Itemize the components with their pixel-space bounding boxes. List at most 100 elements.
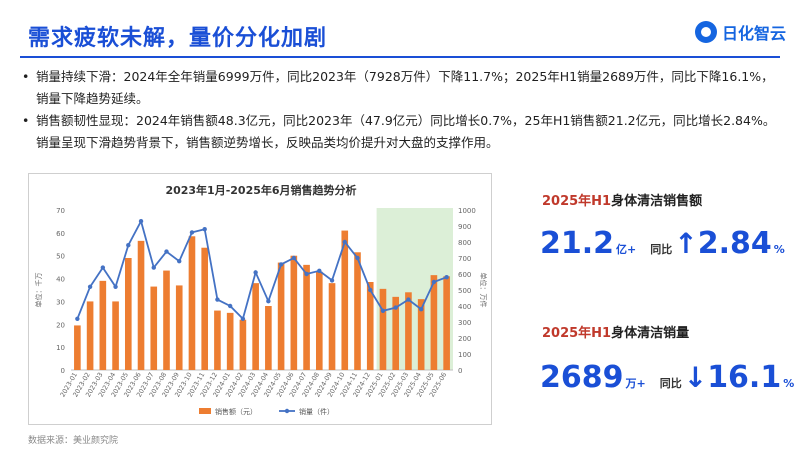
kpi-volume-yoy-label: 同比 (659, 377, 682, 390)
point-volume (329, 278, 335, 283)
bar-sales (86, 301, 94, 370)
point-volume (418, 307, 424, 312)
bar-sales (74, 325, 81, 370)
point-volume (215, 297, 220, 302)
title-divider (20, 56, 780, 58)
y-right-tick: 700 (458, 255, 471, 263)
y-left-tick: 50 (56, 253, 65, 261)
point-volume (100, 265, 106, 270)
logo-text: 日化智云 (721, 24, 786, 43)
y-left-tick: 30 (56, 298, 65, 306)
kpi-volume-prefix: 2025年H1 (542, 326, 612, 341)
brand-logo: 日化智云 (694, 18, 786, 46)
y-left-tick: 70 (56, 207, 65, 215)
point-volume (227, 303, 233, 309)
point-volume (87, 284, 93, 289)
y-right-tick: 0 (458, 367, 462, 375)
bar-sales (354, 252, 361, 370)
kpi-sales-title: 身体清洁销售额 (611, 194, 703, 209)
kpi-sales-pct-sign: % (773, 243, 785, 256)
point-volume (342, 239, 347, 245)
point-volume (240, 316, 246, 321)
point-volume (177, 259, 182, 264)
bar-sales (124, 258, 132, 370)
y-left-tick: 60 (56, 230, 65, 238)
bar-sales (226, 312, 234, 370)
point-volume (266, 299, 271, 304)
kpi-sales-pct: 2.84 (697, 226, 772, 261)
point-volume (138, 219, 144, 224)
highlight-2025-h1 (376, 208, 453, 370)
y-left-tick: 20 (56, 321, 65, 329)
kpi-sales-label: 2025年H1身体清洁销售额 (542, 190, 702, 209)
point-volume (278, 262, 284, 267)
arrow-up-icon: ↑ (674, 227, 698, 260)
point-volume (355, 255, 360, 261)
bar-sales (214, 310, 221, 370)
bar-sales (443, 276, 450, 370)
bar-sales (290, 255, 298, 370)
point-volume (189, 230, 195, 235)
point-volume (113, 284, 118, 289)
y-right-tick: 800 (458, 239, 471, 247)
data-source: 数据来源：美业颜究院 (28, 436, 119, 446)
bar-sales (188, 236, 196, 370)
bar-sales (99, 280, 107, 370)
point-volume (151, 265, 156, 270)
trend-chart: 2023年1月-2025年6月销售趋势分析 0 10 20 30 40 50 60 70 0 100… (28, 173, 492, 425)
legend-swatch-sales (199, 408, 211, 414)
bar-sales (315, 271, 323, 370)
kpi-volume-value: 2689 (540, 360, 624, 395)
bar-sales (252, 283, 259, 370)
y-right-label: 单位：万件 (479, 273, 488, 308)
kpi-volume-unit: 万+ (625, 377, 646, 390)
kpi-volume-pct: 16.1 (707, 360, 782, 395)
point-volume (317, 268, 322, 273)
bar-sales (328, 283, 336, 370)
kpi-sales: 21.2 亿+ 同比 ↑ 2.84 % (540, 226, 785, 261)
page-title: 需求疲软未解，量价分化加剧 (28, 26, 328, 51)
point-volume (380, 308, 386, 313)
point-volume (164, 249, 169, 254)
bar-sales (379, 288, 387, 370)
bullet-volume: 销量持续下滑：2024年全年销量6999万件，同比2023年（7928万件）下降… (22, 66, 782, 110)
logo-icon (694, 21, 717, 43)
point-volume (368, 287, 373, 293)
bar-sales (405, 292, 412, 370)
chart-title: 2023年1月-2025年6月销售趋势分析 (165, 183, 356, 197)
y-left-tick: 40 (56, 276, 65, 284)
point-volume (75, 316, 80, 321)
point-volume (304, 271, 309, 277)
point-volume (253, 270, 258, 275)
bar-sales (150, 286, 158, 370)
y-right-tick: 400 (458, 303, 471, 311)
y-left-tick: 0 (61, 367, 65, 375)
kpi-volume-label: 2025年H1身体清洁销量 (542, 322, 689, 341)
y-left-label: 单位：千万 (34, 273, 43, 308)
y-right-tick: 600 (458, 271, 471, 279)
bar-sales (303, 264, 310, 370)
kpi-volume-pct-sign: % (783, 377, 795, 390)
summary-bullets: 销量持续下滑：2024年全年销量6999万件，同比2023年（7928万件）下降… (22, 66, 782, 154)
y-left-tick: 10 (56, 344, 65, 352)
kpi-volume-title: 身体清洁销量 (611, 326, 690, 341)
bar-sales (265, 306, 272, 370)
point-volume (406, 297, 411, 302)
legend-label-sales: 销售额（元） (215, 407, 257, 416)
legend-marker-volume (284, 408, 290, 414)
trend-chart-svg: 2023年1月-2025年6月销售趋势分析0102030405060700100… (34, 183, 488, 416)
bar-sales (163, 270, 170, 370)
point-volume (202, 227, 207, 232)
point-volume (126, 243, 131, 248)
y-right-tick: 900 (458, 223, 471, 231)
kpi-sales-unit: 亿+ (616, 243, 637, 256)
arrow-down-icon: ↓ (683, 361, 708, 394)
point-volume (444, 275, 449, 280)
point-volume (431, 279, 437, 285)
point-volume (393, 305, 398, 310)
bar-sales (137, 240, 145, 370)
legend-label-volume: 销量（件） (299, 407, 334, 416)
bar-sales (430, 275, 438, 370)
bullet-sales: 销售额韧性显现：2024年销售额48.3亿元，同比2023年（47.9亿元）同比… (22, 110, 782, 154)
y-right-tick: 100 (458, 351, 471, 359)
